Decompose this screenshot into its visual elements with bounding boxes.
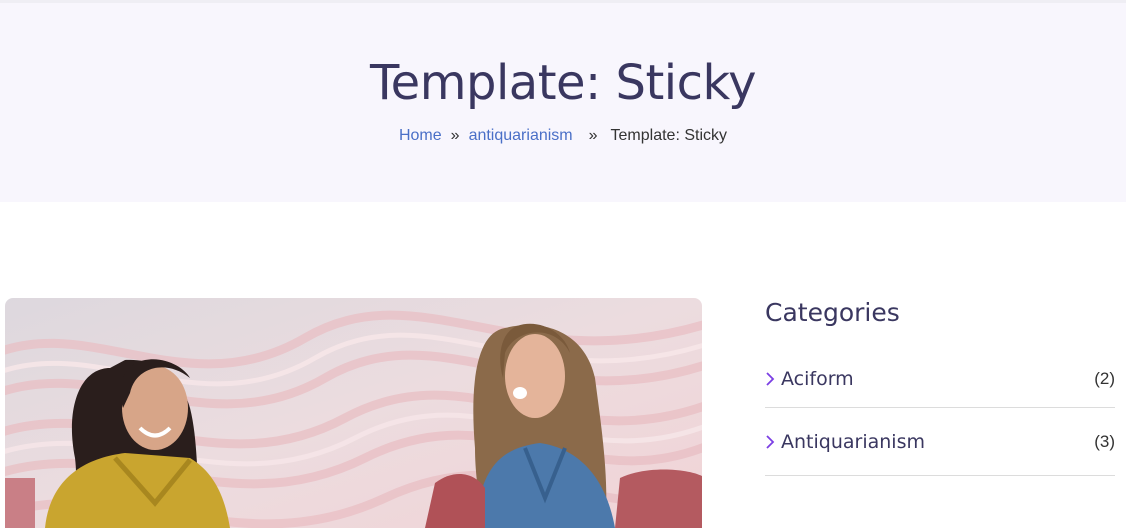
chevron-right-icon [766, 372, 775, 386]
category-list: Aciform (2) Antiquarianism (3) [765, 351, 1115, 476]
featured-image[interactable] [5, 298, 702, 528]
page-header: Template: Sticky Home » antiquarianism » Tem… [0, 0, 1126, 202]
category-name[interactable]: Antiquarianism [781, 431, 925, 453]
page-title: Template: Sticky [370, 55, 756, 111]
category-count: (2) [1094, 369, 1115, 388]
category-count: (3) [1094, 431, 1115, 451]
breadcrumb-home-link[interactable]: Home [399, 127, 442, 144]
category-left: Antiquarianism [765, 431, 925, 453]
featured-image-photo [5, 298, 702, 528]
category-name[interactable]: Aciform [781, 368, 854, 390]
chevron-right-icon [766, 434, 775, 449]
breadcrumb-category-link[interactable]: antiquarianism [469, 127, 573, 144]
breadcrumb-separator: » [450, 127, 460, 144]
category-left: Aciform [765, 368, 854, 390]
category-item-aciform[interactable]: Aciform (2) [765, 351, 1115, 408]
categories-widget: Categories Aciform (2) Antiquarianism (3… [765, 298, 1115, 476]
breadcrumb: Home » antiquarianism » Template: Sticky [0, 127, 1126, 145]
category-item-antiquarianism[interactable]: Antiquarianism (3) [765, 408, 1115, 476]
breadcrumb-separator: » [588, 127, 598, 144]
breadcrumb-current: Template: Sticky [610, 127, 728, 144]
widget-title: Categories [765, 298, 900, 327]
